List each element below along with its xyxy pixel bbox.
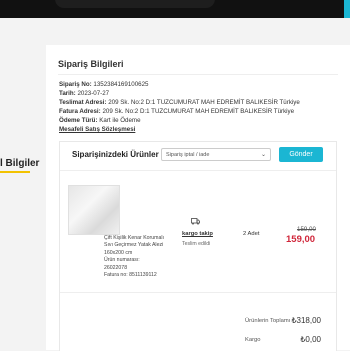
product-image[interactable] [68, 185, 120, 235]
invoice-address: Fatura Adresi: 209 Sk. No:2 D:1 TUZCUMUR… [59, 108, 295, 115]
order-number: Sipariş No: 1352384169100625 [59, 81, 149, 88]
delivery-status: Teslim edildi [182, 241, 211, 247]
top-bar-pill [55, 0, 215, 8]
product-quantity: 2 Adet [243, 231, 260, 237]
order-action-select[interactable]: Sipariş iptal / iade ⌄ [161, 148, 271, 161]
products-total-value: ₺318,00 [291, 316, 321, 325]
section-title: Sipariş Bilgileri [58, 59, 124, 69]
contract-link[interactable]: Mesafeli Satış Sözleşmesi [59, 126, 135, 133]
sidebar-item-info[interactable]: l Bilgiler [0, 158, 39, 169]
products-total-label: Ürünlerin Toplamı [245, 318, 291, 324]
current-price: 159,00 [286, 234, 316, 245]
divider [60, 170, 336, 171]
select-value: Sipariş iptal / iade [166, 152, 210, 158]
order-products-box: Siparişinizdeki Ürünler Sipariş iptal / … [59, 141, 337, 351]
products-title: Siparişinizdeki Ürünler [72, 150, 159, 159]
product-number: 26022078 [104, 264, 128, 271]
cargo-tracking-link[interactable]: kargo takip [182, 231, 213, 237]
chevron-down-icon: ⌄ [260, 152, 266, 158]
sidebar-active-indicator [0, 171, 30, 173]
product-number-label: Ürün numarası: [104, 257, 140, 264]
payment-type: Ödeme Türü: Kart ile Ödeme [59, 117, 141, 124]
top-bar [0, 0, 350, 18]
send-button[interactable]: Gönder [279, 147, 323, 162]
product-name-line-1[interactable]: Çift Kişilik Kenar Korumalı [104, 235, 176, 242]
cargo-label: Kargo [245, 337, 261, 343]
product-description: Çift Kişilik Kenar Korumalı Sıvı Geçirme… [104, 235, 176, 279]
product-name-line-2[interactable]: Sıvı Geçirmez Yatak Alezi [104, 242, 176, 249]
top-bar-accent [344, 0, 350, 18]
order-date: Tarih: 2023-07-27 [59, 90, 110, 97]
old-price: 159,00 [297, 226, 316, 233]
order-detail-card: Sipariş Bilgileri Sipariş No: 1352384169… [46, 45, 350, 351]
divider [60, 292, 336, 293]
divider [58, 74, 338, 75]
cargo-box-icon [191, 218, 200, 225]
cargo-value: ₺0,00 [300, 335, 321, 344]
invoice-number: Fatura no: 8511139112 [104, 272, 157, 279]
delivery-address: Teslimat Adresi: 209 Sk. No:2 D:1 TUZCUM… [59, 99, 300, 106]
